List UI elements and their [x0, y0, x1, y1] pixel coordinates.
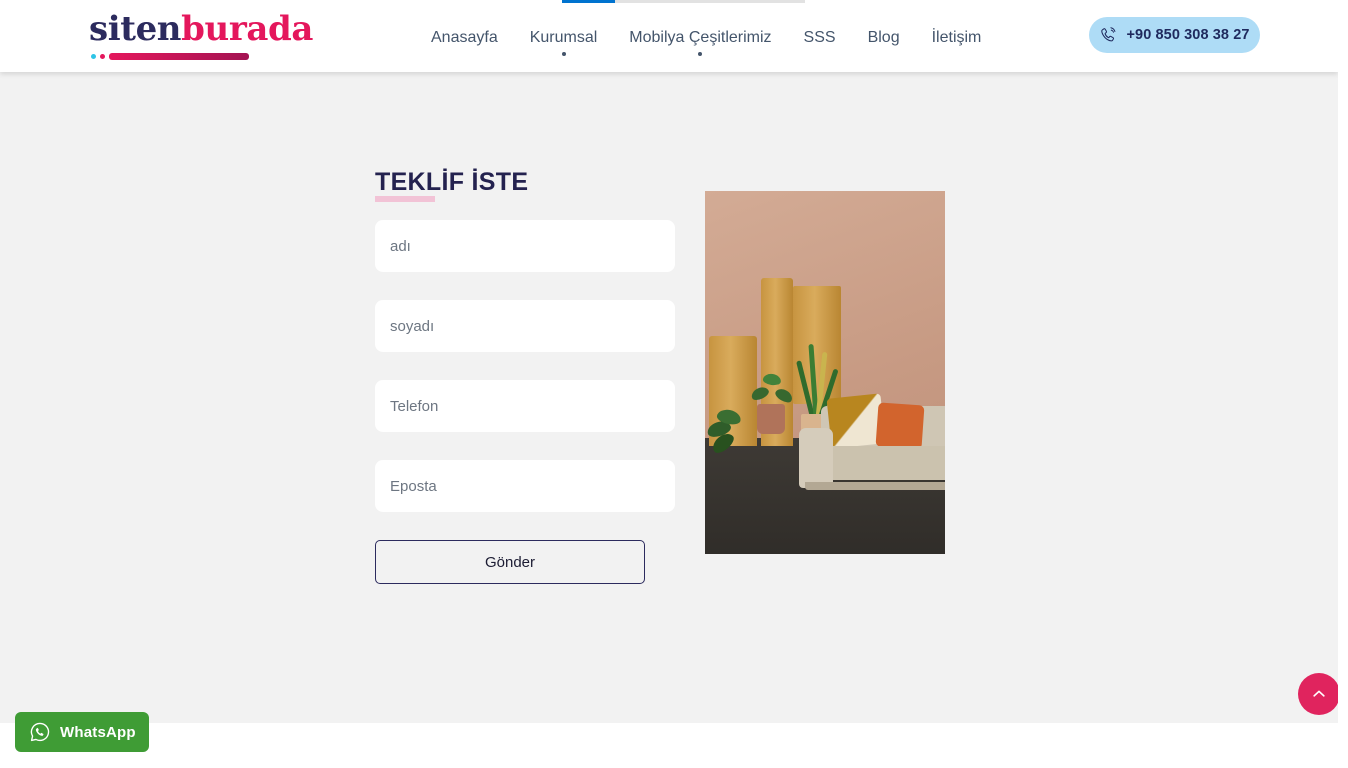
nav-item-kurumsal[interactable]: Kurumsal — [514, 25, 614, 56]
site-header: sitenburada Anasayfa Kurumsal Mobilya Çe… — [0, 0, 1338, 72]
logo-dot-pink-icon — [100, 54, 105, 59]
page-content-area: TEKLİF İSTE Gönder — [0, 72, 1338, 723]
logo-text-siten: siten — [89, 9, 182, 49]
photo-bush-plant — [749, 372, 797, 412]
photo-sofa-base — [805, 482, 945, 490]
logo-gradient-bar — [109, 53, 249, 60]
room-interior-photo — [705, 191, 945, 554]
chevron-up-icon — [1313, 690, 1325, 697]
dropdown-dot-icon — [561, 52, 566, 56]
photo-cushion-orange — [875, 402, 925, 450]
nav-item-anasayfa[interactable]: Anasayfa — [415, 25, 514, 51]
quote-request-form: Gönder — [375, 220, 675, 584]
nav-item-mobilya-cesitlerimiz[interactable]: Mobilya Çeşitlerimiz — [613, 25, 787, 56]
nav-item-iletisim[interactable]: İletişim — [916, 25, 998, 51]
nav-label-anasayfa: Anasayfa — [431, 29, 498, 46]
page-title-underline — [375, 196, 435, 202]
nav-label-sss: SSS — [803, 29, 836, 46]
logo-wordmark: sitenburada — [89, 9, 313, 49]
page-scrollbar[interactable] — [1338, 0, 1348, 768]
phone-number-label: +90 850 308 38 27 — [1126, 27, 1250, 43]
page-title: TEKLİF İSTE — [375, 168, 529, 196]
logo-underline-decoration — [91, 53, 271, 60]
whatsapp-button[interactable]: WhatsApp — [15, 712, 149, 752]
email-input[interactable] — [375, 460, 675, 512]
photo-sofa — [791, 388, 945, 496]
logo-dot-cyan-icon — [91, 54, 96, 59]
phone-icon — [1101, 26, 1116, 41]
phone-input[interactable] — [375, 380, 675, 432]
last-name-input[interactable] — [375, 300, 675, 352]
photo-sofa-arm — [799, 428, 833, 488]
main-navigation: Anasayfa Kurumsal Mobilya Çeşitlerimiz S… — [415, 25, 998, 56]
nav-item-sss[interactable]: SSS — [788, 25, 852, 51]
site-logo[interactable]: sitenburada — [89, 9, 313, 61]
page-load-progress-fill — [562, 0, 615, 3]
phone-call-button[interactable]: +90 850 308 38 27 — [1089, 17, 1260, 53]
dropdown-dot-icon — [698, 52, 703, 56]
submit-button[interactable]: Gönder — [375, 540, 645, 584]
page-load-progress-track — [562, 0, 805, 3]
first-name-input[interactable] — [375, 220, 675, 272]
nav-label-iletisim: İletişim — [931, 29, 982, 46]
logo-text-burada: burada — [181, 9, 313, 49]
photo-monstera-plant — [705, 407, 749, 457]
scroll-to-top-button[interactable] — [1298, 673, 1340, 715]
nav-label-kurumsal: Kurumsal — [529, 29, 598, 46]
nav-label-mobilya-cesitlerimiz: Mobilya Çeşitlerimiz — [629, 29, 772, 46]
whatsapp-icon — [30, 722, 50, 742]
nav-label-blog: Blog — [867, 29, 900, 46]
whatsapp-label: WhatsApp — [60, 723, 136, 741]
nav-item-blog[interactable]: Blog — [852, 25, 916, 51]
